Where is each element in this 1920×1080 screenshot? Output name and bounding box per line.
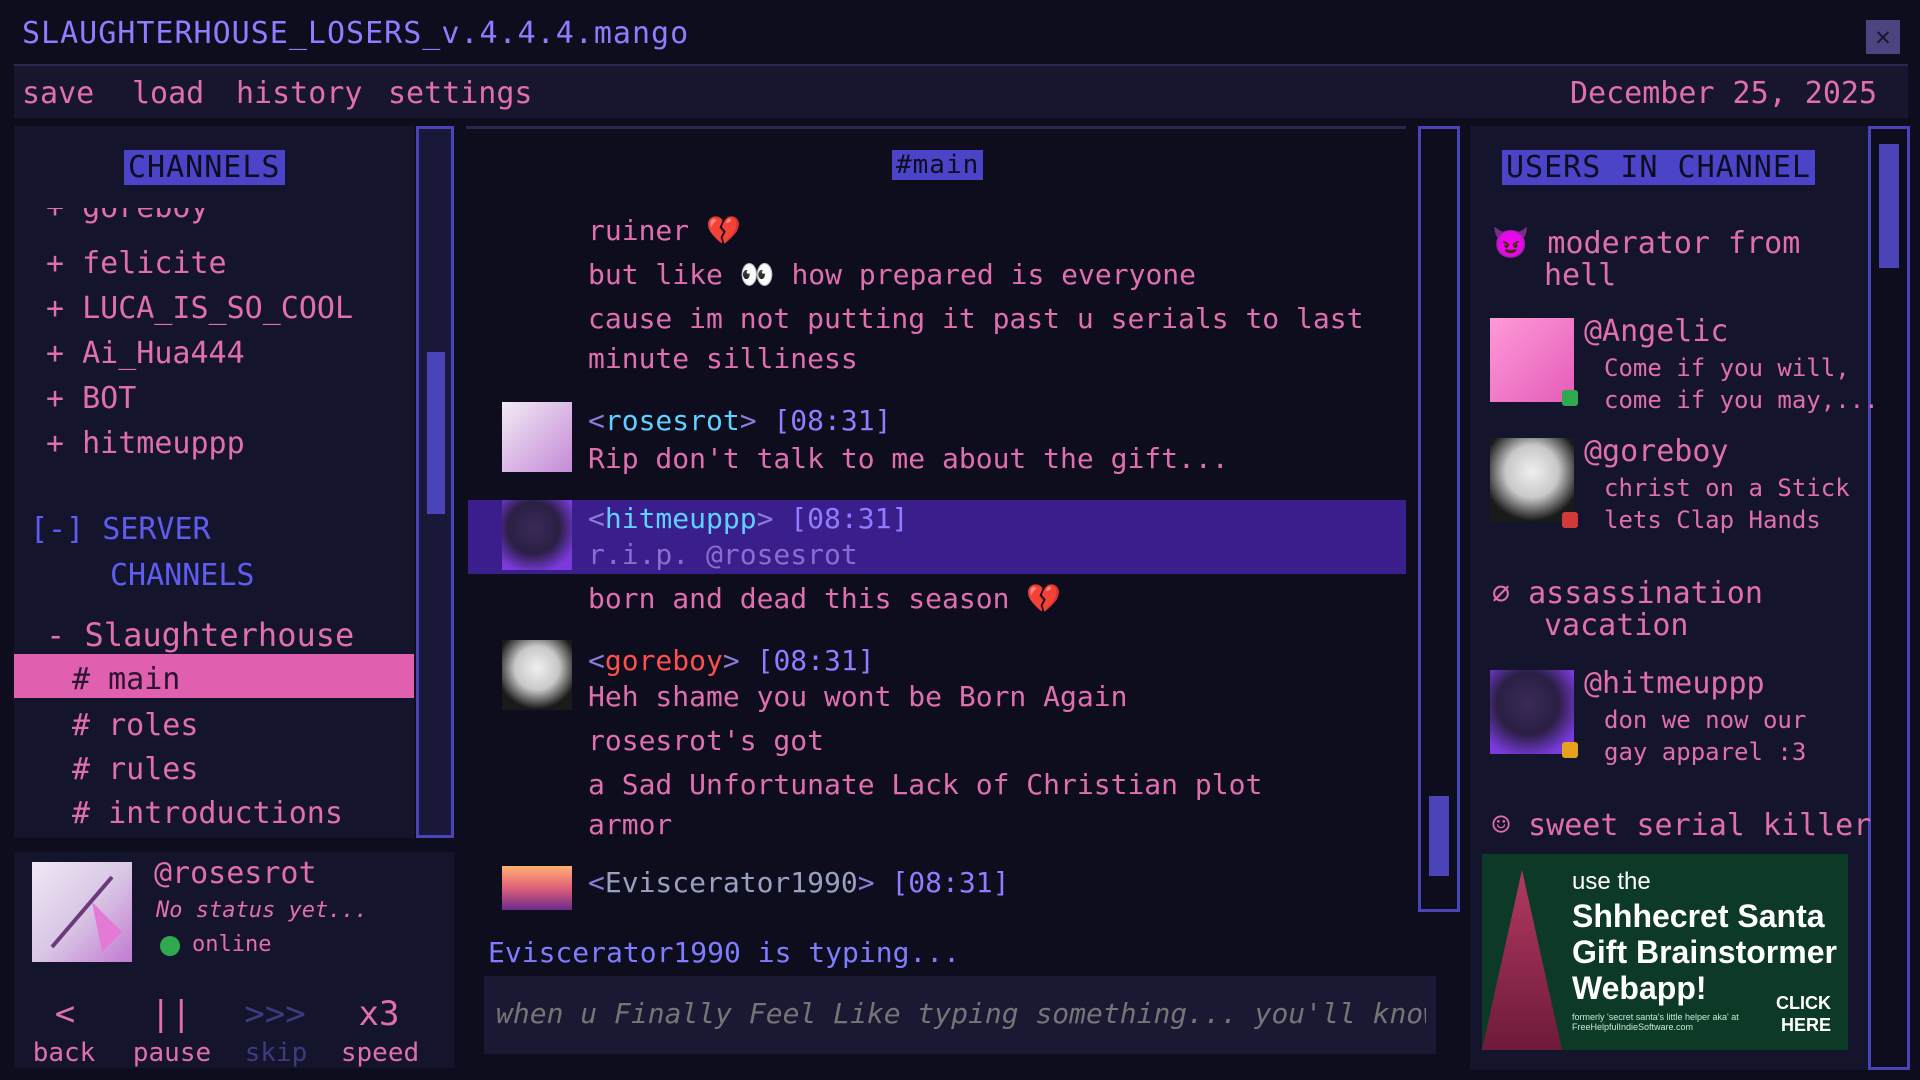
nick-goreboy[interactable]: goreboy: [605, 644, 723, 677]
channel-user[interactable]: + felicite: [46, 246, 227, 281]
profile-handle: @rosesrot: [154, 856, 317, 891]
users-header: USERS IN CHANNEL: [1502, 150, 1815, 185]
avatar[interactable]: [1490, 318, 1574, 402]
ad-fineprint: formerly 'secret santa's little helper a…: [1572, 1012, 1739, 1032]
message-text: Heh shame you wont be Born Again: [588, 680, 1128, 713]
ad-headline: Shhhecret Santa Gift Brainstormer Webapp…: [1572, 898, 1837, 1006]
pause-button[interactable]: pause: [122, 1038, 222, 1068]
message-text: r.i.p. @rosesrot: [588, 538, 858, 571]
smile-icon: ☺: [1492, 808, 1511, 843]
channel-roles[interactable]: # roles: [72, 708, 198, 743]
member-handle[interactable]: @hitmeuppp: [1584, 666, 1765, 701]
channel-introductions[interactable]: # introductions: [72, 796, 343, 831]
avatar[interactable]: [502, 500, 572, 570]
chat-line: minute silliness: [588, 342, 858, 375]
pause-icon[interactable]: ||: [126, 994, 216, 1034]
message-text: a Sad Unfortunate Lack of Christian plot: [588, 768, 1263, 801]
channel-user[interactable]: + hitmeuppp: [46, 426, 245, 461]
member-status: Come if you will,: [1604, 354, 1850, 382]
channels-scroll-thumb[interactable]: [427, 352, 445, 514]
online-dot-icon: [160, 936, 180, 956]
ad-line1: use the: [1572, 868, 1651, 895]
status-dot-icon: [1562, 390, 1578, 406]
avatar[interactable]: [1490, 670, 1574, 754]
message-text: armor: [588, 808, 673, 841]
role-assassination-line2: vacation: [1544, 608, 1689, 643]
message-header: <hitmeuppp> [08:31]: [588, 502, 909, 535]
message-header: <Eviscerator1990> [08:31]: [588, 866, 1010, 899]
pen-icon: [50, 875, 122, 952]
close-button[interactable]: ✕: [1866, 20, 1900, 54]
member-status: gay apparel :3: [1604, 738, 1807, 766]
member-status: lets Clap Hands: [1604, 506, 1821, 534]
server-label-2: CHANNELS: [110, 558, 255, 593]
menu-save[interactable]: save: [22, 76, 94, 111]
typing-indicator: Eviscerator1990 is typing...: [488, 936, 961, 969]
chat-line: but like 👀 how prepared is everyone: [588, 258, 1197, 291]
window-title: SLAUGHTERHOUSE_LOSERS_v.4.4.4.mango: [22, 16, 690, 51]
message-text: rosesrot's got: [588, 724, 825, 757]
channel-user[interactable]: + Ai_Hua444: [46, 336, 245, 371]
avatar[interactable]: [502, 866, 572, 910]
chat-channel-label: #main: [892, 150, 984, 180]
skip-button[interactable]: skip: [226, 1038, 326, 1068]
role-sweet-serial-killer: ☺ sweet serial killer: [1492, 808, 1872, 843]
message-time: [08:31]: [891, 866, 1010, 899]
member-status: christ on a Stick: [1604, 474, 1850, 502]
channel-user[interactable]: + BOT: [46, 381, 136, 416]
status-dot-icon: [1562, 512, 1578, 528]
role-moderator: 😈 moderator from: [1492, 226, 1801, 261]
role-assassination: ∅ assassination: [1492, 576, 1763, 611]
profile-status[interactable]: No status yet...: [156, 898, 368, 923]
users-scroll-thumb[interactable]: [1879, 144, 1899, 268]
back-button[interactable]: back: [14, 1038, 114, 1068]
message-header: <goreboy> [08:31]: [588, 644, 875, 677]
chat-scrollbar[interactable]: [1418, 126, 1460, 912]
devil-icon: 😈: [1492, 226, 1530, 261]
avatar[interactable]: [1490, 438, 1574, 522]
ad-click-here[interactable]: CLICK HERE: [1776, 992, 1831, 1036]
avatar[interactable]: [32, 862, 132, 962]
chat-line: ruiner 💔: [588, 214, 741, 247]
date-display: December 25, 2025: [1570, 76, 1878, 111]
channels-header: CHANNELS: [124, 150, 285, 185]
member-status: don we now our: [1604, 706, 1807, 734]
member-handle[interactable]: @goreboy: [1584, 434, 1729, 469]
message-time: [08:31]: [756, 644, 875, 677]
close-icon: ✕: [1875, 22, 1891, 52]
role-moderator-line2: hell: [1544, 258, 1617, 293]
channel-user[interactable]: + LUCA_IS_SO_COOL: [46, 291, 353, 326]
menu-history[interactable]: history: [236, 76, 362, 111]
clipped-channel-user: + goreboy: [14, 208, 414, 224]
channel-main[interactable]: # main: [72, 662, 180, 697]
nick-rosesrot[interactable]: rosesrot: [605, 404, 740, 437]
avatar[interactable]: [502, 640, 572, 710]
empty-set-icon: ∅: [1492, 576, 1511, 611]
nick-hitmeuppp[interactable]: hitmeuppp: [605, 502, 757, 535]
chat-scroll-thumb[interactable]: [1429, 796, 1449, 876]
channel-rules[interactable]: # rules: [72, 752, 198, 787]
nick-eviscerator1990[interactable]: Eviscerator1990: [605, 866, 858, 899]
chat-line: cause im not putting it past u serials t…: [588, 302, 1364, 335]
back-icon[interactable]: <: [20, 994, 110, 1034]
presence-label: online: [192, 932, 272, 957]
message-text: born and dead this season 💔: [588, 582, 1062, 615]
member-handle[interactable]: @Angelic: [1584, 314, 1729, 349]
message-text: Rip don't talk to me about the gift...: [588, 442, 1229, 475]
server-label[interactable]: [-] SERVER: [30, 512, 211, 547]
member-status: come if you may,...: [1604, 386, 1879, 414]
message-header: <rosesrot> [08:31]: [588, 404, 892, 437]
server-group[interactable]: - Slaughterhouse: [46, 616, 354, 654]
speed-button[interactable]: speed: [330, 1038, 430, 1068]
message-time: [08:31]: [790, 502, 909, 535]
speed-icon[interactable]: x3: [334, 994, 424, 1034]
message-input[interactable]: [494, 996, 1428, 1031]
skip-icon[interactable]: >>>: [230, 994, 320, 1034]
menu-settings[interactable]: settings: [388, 76, 533, 111]
avatar[interactable]: [502, 402, 572, 472]
message-time: [08:31]: [773, 404, 892, 437]
status-dot-icon: [1562, 742, 1578, 758]
menu-load[interactable]: load: [132, 76, 204, 111]
